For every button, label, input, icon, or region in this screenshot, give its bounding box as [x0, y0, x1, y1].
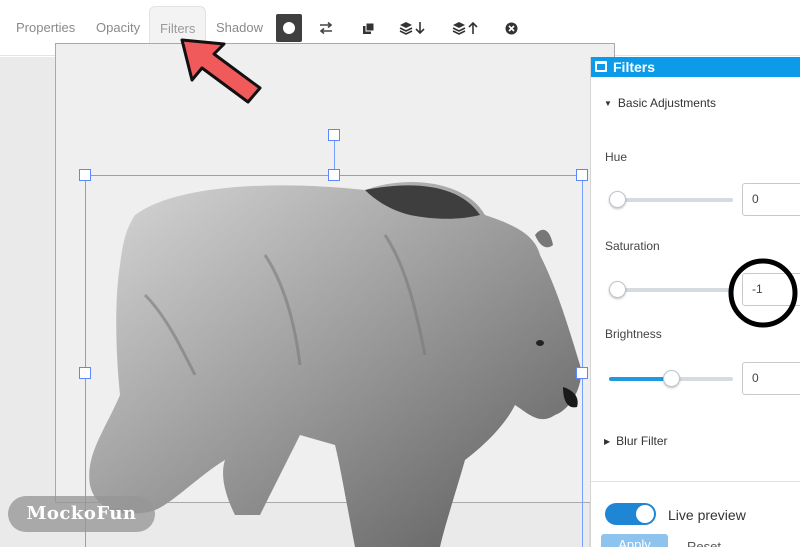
basic-adjustments-toggle[interactable]: ▼ Basic Adjustments [604, 96, 716, 110]
basic-adjustments-label: Basic Adjustments [617, 96, 716, 110]
selection-box [85, 175, 583, 547]
hue-input[interactable]: 0 [742, 183, 800, 216]
send-backward-button[interactable] [397, 14, 429, 42]
panel-header: Filters [591, 57, 800, 77]
resize-handle-top-right[interactable] [576, 169, 588, 181]
panel-divider [591, 481, 800, 482]
blur-filter-toggle[interactable]: ▶ Blur Filter [604, 434, 668, 448]
brightness-slider-knob[interactable] [663, 370, 680, 387]
brightness-slider-fill [609, 377, 671, 381]
resize-handle-top-left[interactable] [79, 169, 91, 181]
caret-down-icon: ▼ [604, 99, 612, 108]
flip-button[interactable] [313, 14, 339, 42]
brightness-slider[interactable] [609, 370, 733, 387]
toggle-knob [636, 505, 654, 523]
hue-label: Hue [605, 150, 628, 164]
blur-filter-label: Blur Filter [616, 434, 668, 448]
reset-button[interactable]: Reset [687, 539, 721, 547]
window-icon [595, 61, 607, 72]
live-preview-label: Live preview [668, 507, 746, 523]
duplicate-button[interactable] [355, 14, 381, 42]
bring-forward-button[interactable] [450, 14, 482, 42]
close-circle-icon [505, 22, 517, 34]
live-preview-toggle[interactable] [605, 503, 656, 525]
app-root: Properties Opacity Filters Shadow Filter… [0, 0, 800, 547]
panel-title: Filters [613, 59, 656, 75]
mask-shape-button[interactable] [276, 14, 302, 42]
hue-slider-knob[interactable] [609, 191, 626, 208]
apply-button[interactable]: Apply [601, 534, 668, 547]
duplicate-icon [362, 22, 374, 34]
layer-down-icon [399, 22, 425, 35]
saturation-label: Saturation [605, 239, 660, 253]
annotation-arrow-icon [180, 38, 262, 104]
resize-handle-left[interactable] [79, 367, 91, 379]
rotate-handle[interactable] [328, 129, 340, 141]
layer-up-icon [452, 21, 478, 35]
hue-slider[interactable] [609, 191, 733, 208]
brightness-label: Brightness [605, 327, 662, 341]
swap-arrows-icon [319, 22, 333, 34]
saturation-slider-knob[interactable] [609, 281, 626, 298]
watermark-logo: MockoFun [8, 496, 155, 532]
delete-button[interactable] [498, 14, 524, 42]
circle-fill-icon [283, 22, 295, 34]
resize-handle-right[interactable] [576, 367, 588, 379]
saturation-slider[interactable] [609, 281, 733, 298]
annotation-circle-icon [728, 258, 798, 328]
resize-handle-top[interactable] [328, 169, 340, 181]
caret-right-icon: ▶ [604, 437, 611, 446]
brightness-input[interactable]: 0 [742, 362, 800, 395]
